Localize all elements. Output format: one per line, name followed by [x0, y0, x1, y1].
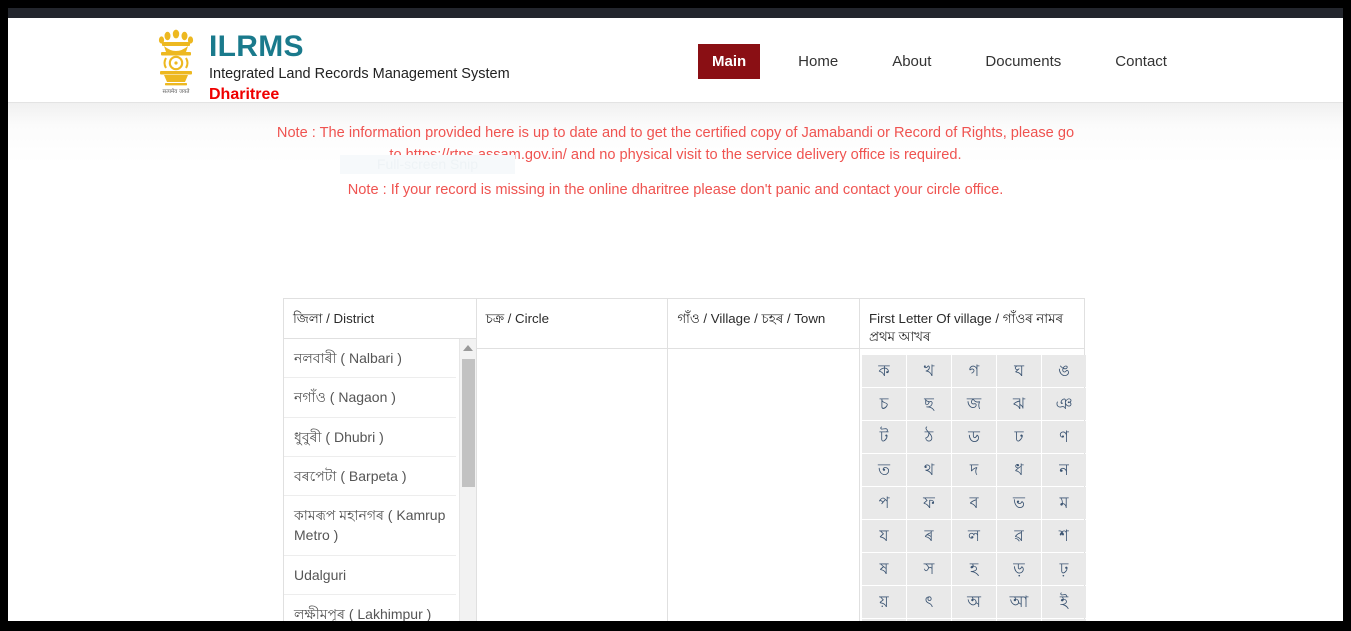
letter-cell[interactable]: ক: [862, 355, 907, 387]
site-header: सत्यमेव जयते ILRMS Integrated Land Recor…: [8, 18, 1343, 103]
scrollbar-thumb[interactable]: [461, 359, 475, 487]
letter-cell[interactable]: ট: [862, 421, 907, 453]
nav-item-documents[interactable]: Documents: [969, 44, 1077, 79]
district-list-item[interactable]: নগাঁও ( Nagaon ): [284, 378, 456, 418]
letter-cell[interactable]: ভ: [997, 487, 1042, 519]
district-list-item[interactable]: Udalguri: [284, 555, 456, 596]
first-letter-grid: ক খ গ ঘ ঙ চ ছ জ ঝ ঞ ট ঠ ড ঢ ণ ত থ দ ধ ন প ফ ব ভ ম য ৰ ল ৱ শ ষ স হ ড় ঢ় য় ৎ…: [860, 349, 1087, 621]
district-scrollbar[interactable]: [458, 339, 476, 621]
circle-column: চক্ৰ / Circle: [476, 299, 669, 621]
letter-cell[interactable]: স: [907, 553, 952, 585]
letter-cell[interactable]: ন: [1042, 454, 1087, 486]
window-top-bar: [8, 8, 1343, 18]
letter-cell[interactable]: ঢ: [997, 421, 1042, 453]
letter-cell[interactable]: অ: [952, 586, 997, 618]
district-list-item[interactable]: বৰপেটা ( Barpeta ): [284, 456, 456, 497]
letter-cell[interactable]: ঙ: [1042, 355, 1087, 387]
letter-cell[interactable]: য়: [862, 586, 907, 618]
page-content: Note : The information provided here is …: [8, 103, 1343, 621]
notice-block: Note : The information provided here is …: [8, 103, 1343, 202]
nav-item-home[interactable]: Home: [782, 44, 854, 79]
brand-tagline: Dharitree: [209, 86, 280, 104]
district-list-item[interactable]: কামৰূপ মহানগৰ ( Kamrup Metro ): [284, 496, 456, 556]
letter-cell[interactable]: ব: [952, 487, 997, 519]
district-list[interactable]: নলবাৰী ( Nalbari ) নগাঁও ( Nagaon ) ধুবুৰী…: [284, 339, 476, 621]
letter-cell[interactable]: ছ: [907, 388, 952, 420]
letter-cell[interactable]: ল: [952, 520, 997, 552]
main-navigation: Main Home About Documents Contact: [698, 44, 1183, 79]
brand-text-block: ILRMS Integrated Land Records Management…: [209, 25, 510, 104]
svg-text:सत्यमेव जयते: सत्यमेव जयते: [162, 88, 190, 95]
notice-primary: Note : The information provided here is …: [276, 125, 1075, 163]
letter-cell[interactable]: ধ: [997, 454, 1042, 486]
letter-cell[interactable]: ঊ: [952, 619, 997, 621]
scroll-up-arrow-icon[interactable]: [460, 339, 476, 356]
letter-cell[interactable]: ঠ: [907, 421, 952, 453]
letter-cell[interactable]: ফ: [907, 487, 952, 519]
letter-cell[interactable]: ঈ: [862, 619, 907, 621]
letter-cell[interactable]: ম: [1042, 487, 1087, 519]
district-list-item[interactable]: নলবাৰী ( Nalbari ): [284, 339, 456, 379]
letter-cell[interactable]: ষ: [862, 553, 907, 585]
nav-item-main[interactable]: Main: [698, 44, 761, 79]
site-brand: सत्यमेव जयते ILRMS Integrated Land Recor…: [155, 25, 510, 104]
letter-cell[interactable]: থ: [907, 454, 952, 486]
letter-cell[interactable]: ত: [862, 454, 907, 486]
district-scroll-area: নলবাৰী ( Nalbari ) নগাঁও ( Nagaon ) ধুবুৰী…: [284, 339, 476, 621]
district-column: জিলা / District নলবাৰী ( Nalbari ) নগাঁও …: [284, 299, 477, 621]
letter-cell[interactable]: ৎ: [907, 586, 952, 618]
letter-cell[interactable]: আ: [997, 586, 1042, 618]
letter-cell[interactable]: ড: [952, 421, 997, 453]
letter-cell[interactable]: য: [862, 520, 907, 552]
letter-cell[interactable]: হ: [952, 553, 997, 585]
nav-item-about[interactable]: About: [876, 44, 947, 79]
letter-cell[interactable]: ই: [1042, 586, 1087, 618]
letter-cell[interactable]: শ: [1042, 520, 1087, 552]
circle-column-header: চক্ৰ / Circle: [476, 299, 668, 349]
district-column-header: জিলা / District: [284, 299, 476, 339]
first-letter-column: First Letter Of village / গাঁওৰ নামৰ প্ৰ…: [860, 299, 1087, 621]
letter-cell[interactable]: ঢ়: [1042, 553, 1087, 585]
letter-cell[interactable]: ৰ: [907, 520, 952, 552]
letter-cell[interactable]: খ: [907, 355, 952, 387]
nav-item-contact[interactable]: Contact: [1099, 44, 1183, 79]
letter-cell[interactable]: দ: [952, 454, 997, 486]
village-column-header: গাঁও / Village / চহৰ / Town: [668, 299, 860, 349]
letter-cell[interactable]: গ: [952, 355, 997, 387]
letter-cell[interactable]: ঘ: [997, 355, 1042, 387]
letter-cell[interactable]: ড়: [997, 553, 1042, 585]
letter-cell[interactable]: প: [862, 487, 907, 519]
browser-viewport: सत्यमेव जयते ILRMS Integrated Land Recor…: [8, 8, 1343, 621]
first-letter-column-header: First Letter Of village / গাঁওৰ নামৰ প্ৰ…: [860, 299, 1085, 349]
village-column: গাঁও / Village / চহৰ / Town: [668, 299, 861, 621]
brand-subtitle: Integrated Land Records Management Syste…: [209, 65, 510, 82]
brand-title: ILRMS: [209, 30, 304, 63]
notice-secondary: Note : If your record is missing in the …: [347, 182, 1004, 199]
letter-cell[interactable]: খা: [997, 619, 1042, 621]
letter-cell[interactable]: ৱ: [997, 520, 1042, 552]
selection-panel: জিলা / District নলবাৰী ( Nalbari ) নগাঁও …: [283, 298, 1087, 621]
letter-cell[interactable]: উ: [907, 619, 952, 621]
district-list-item[interactable]: লক্ষীমপূৰ ( Lakhimpur ): [284, 595, 456, 621]
letter-cell[interactable]: জ: [952, 388, 997, 420]
letter-cell[interactable]: ঞ: [1042, 388, 1087, 420]
letter-cell[interactable]: চ: [862, 388, 907, 420]
letter-cell[interactable]: ণ: [1042, 421, 1087, 453]
district-list-item[interactable]: ধুবুৰী ( Dhubri ): [284, 417, 456, 457]
ashoka-emblem-icon: सत्यमेव जयते: [158, 29, 194, 95]
letter-cell[interactable]: ঝ: [997, 388, 1042, 420]
letter-cell[interactable]: এ: [1042, 619, 1087, 621]
